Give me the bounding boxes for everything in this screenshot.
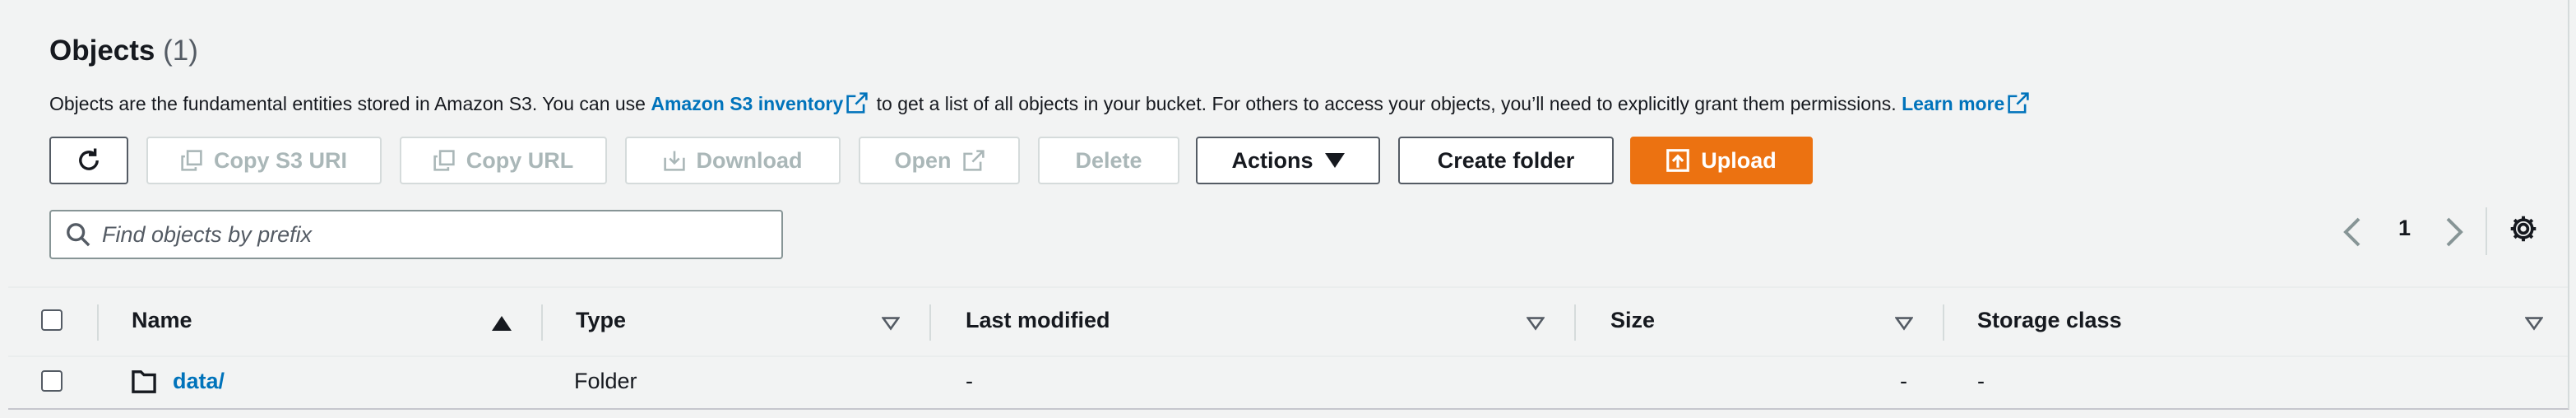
select-all-checkbox[interactable] [41, 309, 63, 331]
copy-icon [433, 150, 455, 171]
upload-button[interactable]: Upload [1630, 137, 1813, 184]
copy-url-button[interactable]: Copy URL [400, 137, 607, 184]
cell-size: - [1900, 369, 1907, 393]
upload-icon [1666, 149, 1690, 172]
sort-icon[interactable] [2525, 316, 2543, 331]
folder-icon [132, 370, 156, 393]
copy-url-label: Copy URL [466, 147, 574, 173]
description-text-1: Objects are the fundamental entities sto… [49, 93, 646, 114]
download-icon [663, 151, 685, 171]
download-label: Download [696, 147, 803, 173]
column-divider [97, 304, 99, 341]
pagination-divider [2486, 207, 2487, 255]
column-divider [929, 304, 931, 341]
title-text: Objects [49, 35, 155, 67]
external-link-icon [846, 92, 868, 114]
column-divider [1574, 304, 1576, 341]
description: Objects are the fundamental entities sto… [49, 92, 2032, 115]
actions-label: Actions [1231, 147, 1313, 173]
previous-page-icon[interactable] [2342, 217, 2362, 247]
column-header-storage-class[interactable]: Storage class [1977, 308, 2122, 333]
delete-button[interactable]: Delete [1038, 137, 1179, 184]
delete-label: Delete [1075, 147, 1142, 173]
copy-icon [181, 150, 202, 171]
open-button[interactable]: Open [859, 137, 1020, 184]
cell-last-modified: - [966, 369, 973, 393]
copy-s3-uri-label: Copy S3 URI [213, 147, 348, 173]
upload-label: Upload [1701, 147, 1777, 173]
object-name-link[interactable]: data/ [173, 369, 225, 394]
objects-panel: Objects (1) Objects are the fundamental … [8, 0, 2569, 410]
search-input[interactable] [100, 221, 762, 248]
current-page[interactable]: 1 [2398, 216, 2411, 241]
sort-ascending-icon[interactable] [492, 316, 512, 331]
actions-dropdown[interactable]: Actions [1196, 137, 1380, 184]
create-folder-label: Create folder [1437, 147, 1575, 173]
search-box[interactable] [49, 210, 783, 259]
cell-type: Folder [574, 369, 637, 393]
refresh-icon [79, 148, 99, 170]
table-top-divider [8, 286, 2568, 288]
column-header-size[interactable]: Size [1610, 308, 1655, 333]
inventory-link[interactable]: Amazon S3 inventory [651, 93, 843, 114]
object-count: (1) [163, 35, 198, 67]
caret-down-icon [1324, 153, 1345, 168]
settings-gear-icon[interactable] [2509, 214, 2538, 244]
learn-more-link[interactable]: Learn more [1902, 93, 2004, 114]
header-row-divider [8, 355, 2568, 357]
open-label: Open [894, 147, 952, 173]
sort-icon[interactable] [1527, 316, 1545, 331]
search-icon [67, 223, 90, 247]
column-divider [541, 304, 543, 341]
column-header-name[interactable]: Name [132, 308, 192, 333]
create-folder-button[interactable]: Create folder [1398, 137, 1614, 184]
external-link-icon [962, 150, 985, 171]
copy-s3-uri-button[interactable]: Copy S3 URI [146, 137, 382, 184]
row-checkbox[interactable] [41, 370, 63, 392]
cell-storage-class: - [1977, 369, 1985, 393]
next-page-icon[interactable] [2444, 217, 2464, 247]
column-header-type[interactable]: Type [576, 308, 626, 333]
sort-icon[interactable] [882, 316, 900, 331]
description-text-2: to get a list of all objects in your buc… [876, 93, 1897, 114]
page-title: Objects (1) [49, 35, 198, 67]
refresh-button[interactable] [49, 137, 128, 184]
sort-icon[interactable] [1895, 316, 1913, 331]
column-divider [1943, 304, 1944, 341]
download-button[interactable]: Download [625, 137, 841, 184]
column-header-last-modified[interactable]: Last modified [966, 308, 1110, 333]
external-link-icon [2008, 92, 2030, 114]
